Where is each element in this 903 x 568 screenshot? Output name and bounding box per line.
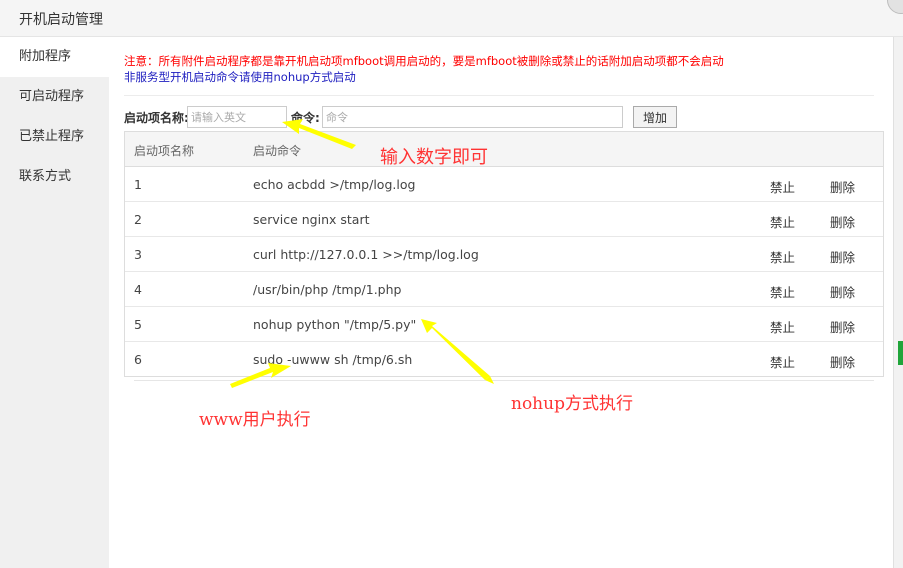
- delete-button[interactable]: 删除: [830, 212, 855, 231]
- divider: [124, 95, 874, 96]
- notice-tip: 非服务型开机启动命令请使用nohup方式启动: [124, 70, 356, 84]
- row-name: 2: [134, 212, 142, 227]
- name-input[interactable]: [187, 106, 287, 128]
- name-label: 启动项名称:: [124, 111, 189, 125]
- table-row: 6 sudo -uwww sh /tmp/6.sh 禁止 删除: [125, 342, 883, 376]
- sidebar-item-contact[interactable]: 联系方式: [0, 157, 109, 197]
- row-command: sudo -uwww sh /tmp/6.sh: [253, 352, 413, 367]
- sidebar-item-extra-programs[interactable]: 附加程序: [0, 37, 109, 77]
- divider: [134, 380, 874, 381]
- delete-button[interactable]: 删除: [830, 177, 855, 196]
- command-input[interactable]: [322, 106, 623, 128]
- table-row: 2 service nginx start 禁止 删除: [125, 202, 883, 237]
- annotation-nohup-mode: nohup方式执行: [511, 394, 633, 414]
- row-name: 1: [134, 177, 142, 192]
- disable-button[interactable]: 禁止: [770, 282, 795, 301]
- window-title: 开机启动管理: [19, 12, 103, 28]
- window-titlebar: 开机启动管理: [0, 0, 903, 37]
- delete-button[interactable]: 删除: [830, 317, 855, 336]
- table-row: 5 nohup python "/tmp/5.py" 禁止 删除: [125, 307, 883, 342]
- disable-button[interactable]: 禁止: [770, 317, 795, 336]
- disable-button[interactable]: 禁止: [770, 212, 795, 231]
- sidebar-item-startable-programs[interactable]: 可启动程序: [0, 77, 109, 117]
- sidebar: 附加程序 可启动程序 已禁止程序 联系方式: [0, 37, 109, 568]
- startup-table: 启动项名称 启动命令 1 echo acbdd >/tmp/log.log 禁止…: [124, 131, 884, 377]
- background-green-marker: [898, 341, 903, 365]
- disable-button[interactable]: 禁止: [770, 247, 795, 266]
- header-name: 启动项名称: [134, 144, 195, 158]
- disable-button[interactable]: 禁止: [770, 177, 795, 196]
- notice-warning: 注意：所有附件启动程序都是靠开机启动项mfboot调用启动的，要是mfboot被…: [124, 54, 724, 68]
- notice: 注意：所有附件启动程序都是靠开机启动项mfboot调用启动的，要是mfboot被…: [124, 53, 724, 85]
- row-name: 5: [134, 317, 142, 332]
- row-command: /usr/bin/php /tmp/1.php: [253, 282, 402, 297]
- table-row: 3 curl http://127.0.0.1 >>/tmp/log.log 禁…: [125, 237, 883, 272]
- row-name: 3: [134, 247, 142, 262]
- command-label: 命令:: [291, 111, 320, 125]
- row-command: nohup python "/tmp/5.py": [253, 317, 417, 332]
- delete-button[interactable]: 删除: [830, 247, 855, 266]
- annotation-input-numbers: 输入数字即可: [380, 147, 488, 168]
- row-command: echo acbdd >/tmp/log.log: [253, 177, 416, 192]
- add-button[interactable]: 增加: [633, 106, 677, 128]
- row-command: curl http://127.0.0.1 >>/tmp/log.log: [253, 247, 479, 262]
- row-command: service nginx start: [253, 212, 370, 227]
- table-header: 启动项名称 启动命令: [125, 132, 883, 167]
- table-row: 4 /usr/bin/php /tmp/1.php 禁止 删除: [125, 272, 883, 307]
- row-name: 6: [134, 352, 142, 367]
- header-command: 启动命令: [253, 144, 302, 158]
- sidebar-item-disabled-programs[interactable]: 已禁止程序: [0, 117, 109, 157]
- row-name: 4: [134, 282, 142, 297]
- annotation-www-user: www用户执行: [199, 410, 311, 430]
- disable-button[interactable]: 禁止: [770, 352, 795, 371]
- delete-button[interactable]: 删除: [830, 352, 855, 371]
- background-window-edge: [893, 37, 903, 568]
- delete-button[interactable]: 删除: [830, 282, 855, 301]
- table-row: 1 echo acbdd >/tmp/log.log 禁止 删除: [125, 167, 883, 202]
